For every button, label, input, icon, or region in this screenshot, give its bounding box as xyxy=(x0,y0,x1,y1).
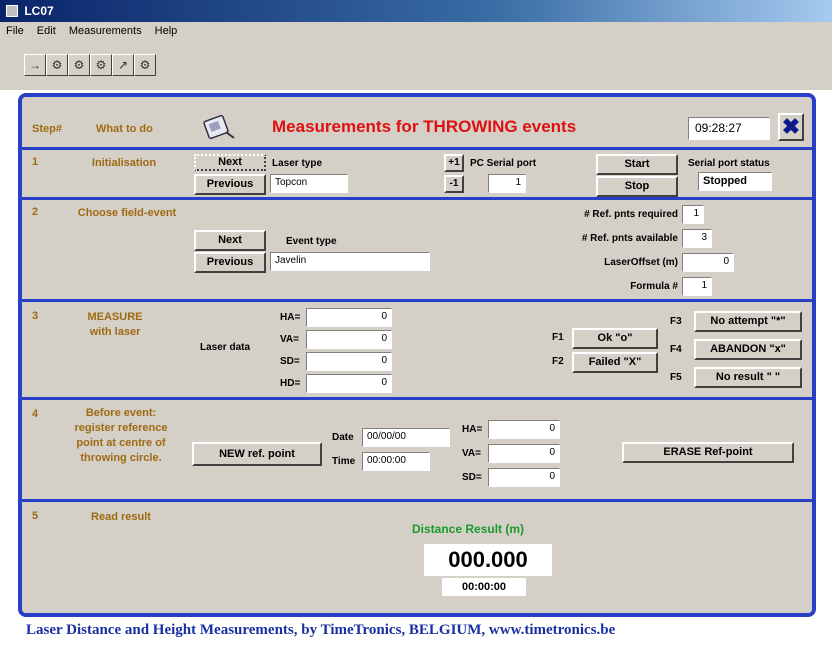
laser-offset-field[interactable]: 0 xyxy=(682,253,734,272)
f3-key-label: F3 xyxy=(670,316,682,327)
laser-type-label: Laser type xyxy=(272,158,323,169)
title-bar: LC07 xyxy=(0,0,832,22)
va-field: 0 xyxy=(306,330,392,349)
serial-port-label: PC Serial port xyxy=(470,158,537,169)
previous-button[interactable]: Previous xyxy=(194,174,266,195)
step-number: 5 xyxy=(32,510,39,522)
ref-points-required-field[interactable]: 1 xyxy=(682,205,704,224)
step-label: Initialisation xyxy=(91,157,157,169)
no-result-button[interactable]: No result " " xyxy=(694,367,802,388)
step-label: Read result xyxy=(91,511,151,523)
toolbar-arrow-icon[interactable]: ↗ xyxy=(112,54,134,76)
f1-key-label: F1 xyxy=(552,332,564,343)
next-button[interactable]: Next xyxy=(194,230,266,251)
toolbar-tool-icon[interactable]: ⚙ xyxy=(134,54,156,76)
distance-result-value: 000.000 xyxy=(424,544,552,576)
app-icon xyxy=(6,5,18,17)
laser-data-label: Laser data xyxy=(200,342,251,353)
abandon-button[interactable]: ABANDON "x" xyxy=(694,339,802,360)
toolbar-arrow-icon[interactable]: → xyxy=(24,54,46,76)
close-icon[interactable]: ✖ xyxy=(778,113,804,141)
previous-button[interactable]: Previous xyxy=(194,252,266,273)
time-label: Time xyxy=(332,456,356,467)
f5-key-label: F5 xyxy=(670,372,682,383)
step-number: 1 xyxy=(32,156,39,168)
start-button[interactable]: Start xyxy=(596,154,678,175)
f2-key-label: F2 xyxy=(552,356,564,367)
hd-field: 0 xyxy=(306,374,392,393)
sd-key: SD= xyxy=(280,356,300,367)
toolbar-tool-icon[interactable]: ⚙ xyxy=(90,54,112,76)
erase-ref-point-button[interactable]: ERASE Ref-point xyxy=(622,442,794,463)
formula-field[interactable]: 1 xyxy=(682,277,712,296)
date-field: 00/00/00 xyxy=(362,428,450,447)
date-label: Date xyxy=(332,432,354,443)
step-column-label: Step# xyxy=(32,123,62,135)
va-key: VA= xyxy=(280,334,299,345)
step-label: Choose field-event xyxy=(77,207,177,219)
step-3-panel: 3 MEASURE with laser Laser data HA= 0 VA… xyxy=(22,302,812,400)
event-type-field[interactable]: Javelin xyxy=(270,252,430,271)
sd-key: SD= xyxy=(462,472,482,483)
distance-result-label: Distance Result (m) xyxy=(412,522,525,536)
menu-file[interactable]: File xyxy=(6,25,24,37)
ref-points-required-label: # Ref. pnts required xyxy=(584,209,678,220)
ha-key: HA= xyxy=(280,312,301,323)
laser-offset-label: LaserOffset (m) xyxy=(604,257,678,268)
step-4-panel: 4 Before event: register reference point… xyxy=(22,400,812,502)
toolbar-tool-icon[interactable]: ⚙ xyxy=(68,54,90,76)
failed-button[interactable]: Failed "X" xyxy=(572,352,658,373)
f4-key-label: F4 xyxy=(670,344,682,355)
page-title: Measurements for THROWING events xyxy=(272,117,577,136)
serial-port-field[interactable]: 1 xyxy=(488,174,526,193)
app-title: LC07 xyxy=(24,4,54,18)
menu-edit[interactable]: Edit xyxy=(37,25,56,37)
new-ref-point-button[interactable]: NEW ref. point xyxy=(192,442,322,466)
step-5-panel: 5 Read result Distance Result (m) 000.00… xyxy=(22,502,812,613)
clock-display: 09:28:27 xyxy=(688,117,770,140)
serial-decrement-button[interactable]: -1 xyxy=(444,175,464,193)
footer-credit: Laser Distance and Height Measurements, … xyxy=(26,622,616,638)
sd-field: 0 xyxy=(488,468,560,487)
sd-field: 0 xyxy=(306,352,392,371)
ha-key: HA= xyxy=(462,424,483,435)
step-label: MEASURE with laser xyxy=(87,311,143,338)
serial-status-label: Serial port status xyxy=(688,158,770,169)
step-number: 4 xyxy=(32,408,39,420)
step-2-panel: 2 Choose field-event Next Previous Event… xyxy=(22,200,812,302)
ref-points-available-label: # Ref. pnts available xyxy=(581,233,678,244)
va-key: VA= xyxy=(462,448,481,459)
measurement-window: Step# What to do Measurements for THROWI… xyxy=(18,93,816,617)
toolbar-tool-icon[interactable]: ⚙ xyxy=(46,54,68,76)
no-attempt-button[interactable]: No attempt "*" xyxy=(694,311,802,332)
step-label: Before event: register reference point a… xyxy=(74,407,168,464)
serial-status-field: Stopped xyxy=(698,172,772,191)
toolbar: → ⚙ ⚙ ⚙ ↗ ⚙ xyxy=(0,42,832,90)
menu-bar: File Edit Measurements Help xyxy=(0,22,832,42)
step-1-panel: 1 Initialisation Next Previous Laser typ… xyxy=(22,150,812,200)
stop-button[interactable]: Stop xyxy=(596,176,678,197)
event-type-label: Event type xyxy=(286,236,337,247)
next-button[interactable]: Next xyxy=(194,154,266,171)
menu-measurements[interactable]: Measurements xyxy=(69,25,142,37)
ha-field: 0 xyxy=(306,308,392,327)
menu-help[interactable]: Help xyxy=(155,25,178,37)
step-number: 3 xyxy=(32,310,39,322)
formula-label: Formula # xyxy=(630,281,678,292)
hd-key: HD= xyxy=(280,378,301,389)
time-field: 00:00:00 xyxy=(362,452,430,471)
va-field: 0 xyxy=(488,444,560,463)
step-number: 2 xyxy=(32,206,39,218)
ok-button[interactable]: Ok "o" xyxy=(572,328,658,349)
serial-increment-button[interactable]: +1 xyxy=(444,154,464,172)
laser-type-field[interactable]: Topcon xyxy=(270,174,348,193)
laser-device-icon xyxy=(203,114,235,140)
ref-points-available-field[interactable]: 3 xyxy=(682,229,712,248)
header-panel: Step# What to do Measurements for THROWI… xyxy=(22,97,812,150)
ha-field: 0 xyxy=(488,420,560,439)
result-time: 00:00:00 xyxy=(442,578,526,596)
what-column-label: What to do xyxy=(96,123,153,135)
